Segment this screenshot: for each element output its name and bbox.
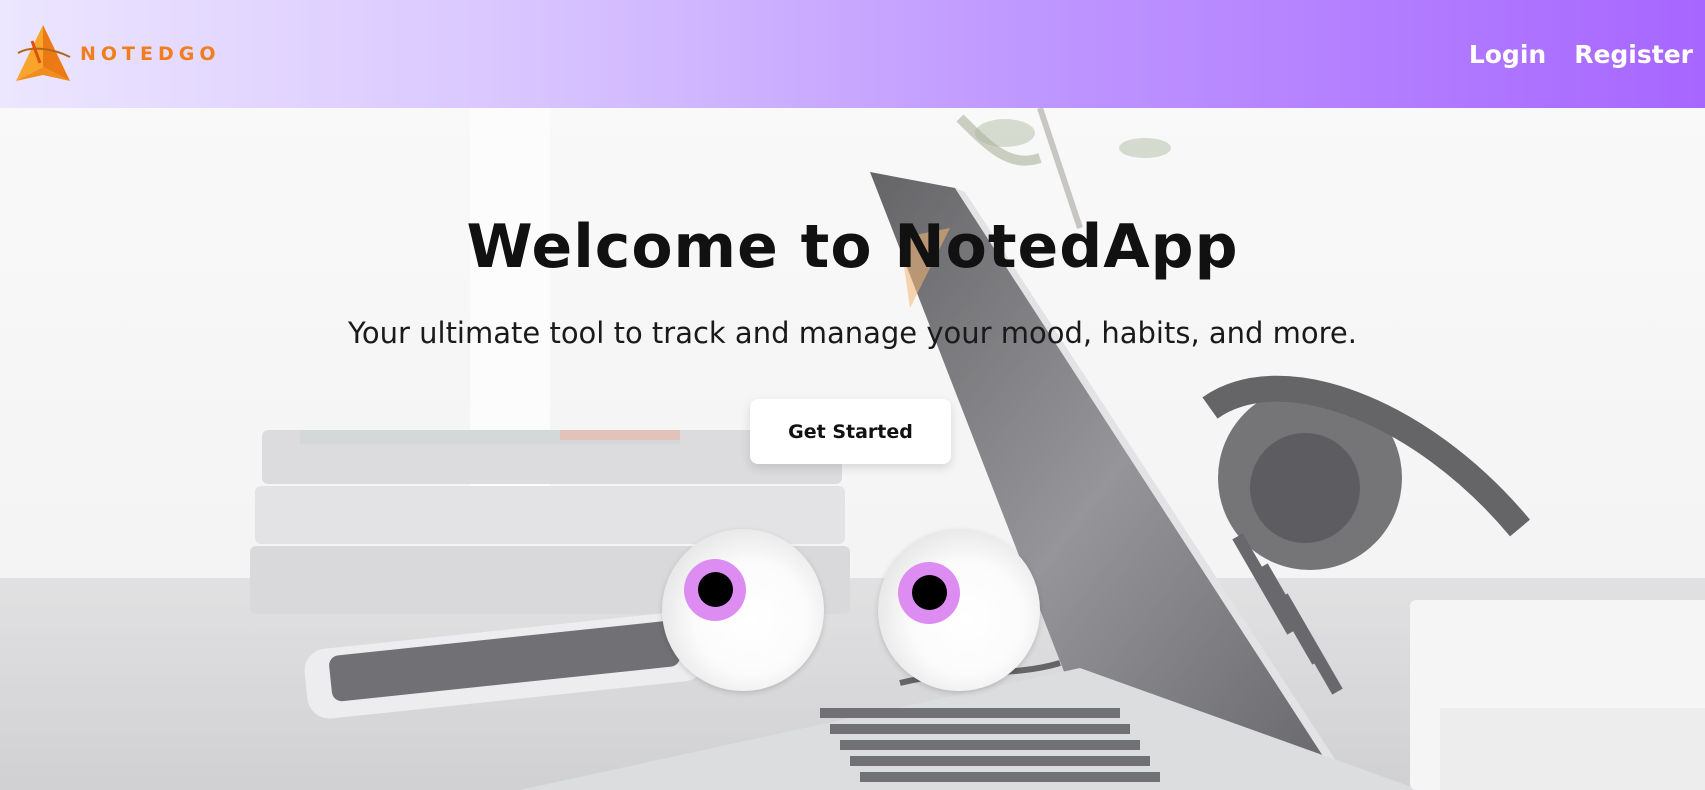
login-link[interactable]: Login (1469, 40, 1546, 69)
left-eye (662, 529, 824, 691)
hero-section: Welcome to NotedApp Your ultimate tool t… (0, 108, 1705, 790)
get-started-button[interactable]: Get Started (750, 399, 951, 464)
top-nav: Login Register (1469, 40, 1693, 69)
right-iris (898, 562, 960, 624)
brand-name: NOTEDGO (80, 43, 221, 65)
register-link[interactable]: Register (1574, 40, 1693, 69)
top-header: NOTEDGO Login Register (0, 0, 1705, 108)
hero-title: Welcome to NotedApp (466, 212, 1239, 282)
left-iris (684, 559, 746, 621)
brand-logo[interactable]: NOTEDGO (12, 23, 221, 85)
right-eye (878, 529, 1040, 691)
left-pupil (698, 572, 733, 607)
hero-subtitle: Your ultimate tool to track and manage y… (348, 316, 1357, 350)
right-pupil (912, 575, 947, 610)
logo-icon (16, 25, 71, 81)
